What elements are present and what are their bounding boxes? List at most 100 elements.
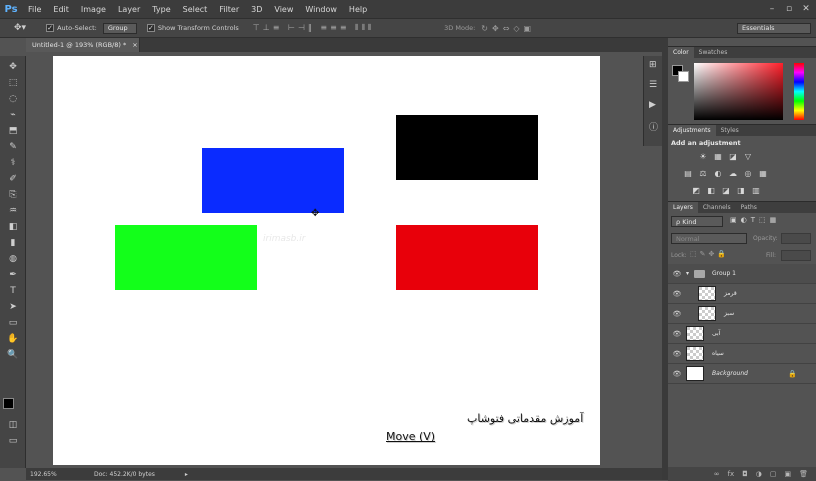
path-selection-tool-icon[interactable]: ➤ — [6, 300, 20, 314]
new-adjustment-icon[interactable]: ◑ — [756, 470, 762, 478]
gradient-map-icon[interactable]: ▥ — [751, 185, 761, 195]
history-brush-tool-icon[interactable]: ♒ — [6, 204, 20, 218]
hue-slider[interactable] — [794, 63, 804, 120]
threshold-icon[interactable]: ◪ — [721, 185, 731, 195]
visibility-eye-icon[interactable]: 👁 — [672, 269, 682, 279]
document-tab[interactable]: Untitled-1 @ 193% (RGB/8) * × — [26, 38, 140, 52]
selective-color-icon[interactable]: ◨ — [736, 185, 746, 195]
eraser-tool-icon[interactable]: ◧ — [6, 220, 20, 234]
3d-mode-icons[interactable]: ↻✥⇔◇▣ — [481, 24, 535, 33]
quick-mask-icon[interactable]: ◫ — [6, 418, 20, 432]
black-white-icon[interactable]: ◐ — [713, 168, 723, 178]
visibility-eye-icon[interactable]: 👁 — [672, 369, 682, 379]
invert-icon[interactable]: ◩ — [691, 185, 701, 195]
link-layers-icon[interactable]: ∞ — [714, 470, 720, 478]
menu-select[interactable]: Select — [177, 5, 214, 14]
vibrance-icon[interactable]: ▤ — [683, 168, 693, 178]
levels-icon[interactable]: ▦ — [713, 151, 723, 161]
brightness-icon[interactable]: ☀ — [698, 151, 708, 161]
tab-channels[interactable]: Channels — [698, 202, 736, 213]
properties-icon[interactable]: ☰ — [649, 80, 657, 90]
brush-tool-icon[interactable]: ✐ — [6, 172, 20, 186]
hand-tool-icon[interactable]: ✋ — [6, 332, 20, 346]
fill-field[interactable] — [781, 250, 811, 261]
tab-swatches[interactable]: Swatches — [694, 47, 733, 58]
layer-row-red[interactable]: 👁 قرمز — [668, 284, 816, 304]
color-balance-icon[interactable]: ⚖ — [698, 168, 708, 178]
screen-mode-icon[interactable]: ▭ — [6, 434, 20, 448]
new-group-icon[interactable]: ▢ — [770, 470, 777, 478]
history-icon[interactable]: ⊞ — [649, 60, 657, 70]
gradient-tool-icon[interactable]: ▮ — [6, 236, 20, 250]
tab-color[interactable]: Color — [668, 47, 694, 58]
layer-row-background[interactable]: 👁 Background 🔒 — [668, 364, 816, 384]
menu-image[interactable]: Image — [75, 5, 112, 14]
visibility-eye-icon[interactable]: 👁 — [672, 329, 682, 339]
red-rectangle[interactable] — [396, 225, 538, 290]
visibility-eye-icon[interactable]: 👁 — [672, 349, 682, 359]
visibility-eye-icon[interactable]: 👁 — [672, 309, 682, 319]
menu-type[interactable]: Type — [146, 5, 176, 14]
channel-mixer-icon[interactable]: ◎ — [743, 168, 753, 178]
actions-icon[interactable]: ▶ — [649, 100, 656, 110]
auto-select-dropdown[interactable]: Group — [102, 22, 137, 34]
layer-style-icon[interactable]: fx — [728, 470, 735, 478]
eyedropper-tool-icon[interactable]: ✎ — [6, 140, 20, 154]
tab-styles[interactable]: Styles — [716, 125, 744, 136]
move-tool-preset-icon[interactable]: ✥▾ — [14, 23, 26, 33]
lock-icons[interactable]: ⬚✎✥🔒 — [690, 250, 729, 258]
add-mask-icon[interactable]: ◘ — [742, 470, 748, 478]
layer-filter-dropdown[interactable]: ρ Kind — [671, 216, 723, 227]
color-spectrum[interactable] — [694, 63, 783, 120]
layer-row-group[interactable]: 👁 ▾ Group 1 — [668, 264, 816, 284]
color-lookup-icon[interactable]: ▦ — [758, 168, 768, 178]
new-layer-icon[interactable]: ▣ — [784, 470, 791, 478]
close-button[interactable]: ✕ — [798, 0, 814, 18]
blend-mode-dropdown[interactable]: Normal — [671, 233, 747, 244]
delete-layer-icon[interactable]: 🗑 — [799, 470, 808, 478]
tab-adjustments[interactable]: Adjustments — [668, 125, 716, 136]
document-canvas[interactable]: irimasb.ir ✥ آموزش مقدماتی فتوشاپ Move (… — [53, 56, 600, 465]
rectangle-tool-icon[interactable]: ▭ — [6, 316, 20, 330]
quick-select-tool-icon[interactable]: ⌁ — [6, 108, 20, 122]
minimize-button[interactable]: – — [764, 0, 780, 18]
foreground-color-swatch[interactable] — [3, 398, 14, 409]
color-bg-swatch[interactable] — [678, 71, 689, 82]
move-tool-icon[interactable]: ✥ — [6, 60, 20, 74]
menu-window[interactable]: Window — [299, 5, 343, 14]
close-tab-icon[interactable]: × — [132, 41, 137, 49]
expand-arrow-icon[interactable]: ▾ — [686, 270, 689, 277]
info-icon[interactable]: ⓘ — [649, 120, 658, 133]
menu-layer[interactable]: Layer — [112, 5, 146, 14]
crop-tool-icon[interactable]: ⬒ — [6, 124, 20, 138]
menu-edit[interactable]: Edit — [47, 5, 75, 14]
restore-button[interactable]: ▫ — [781, 0, 797, 18]
menu-3d[interactable]: 3D — [245, 5, 268, 14]
zoom-level[interactable]: 192.65% — [30, 471, 70, 478]
show-transform-checkbox[interactable]: ✓ — [146, 24, 155, 32]
black-rectangle[interactable] — [396, 115, 538, 180]
green-rectangle[interactable] — [115, 225, 257, 290]
layer-row-blue[interactable]: 👁 آبی — [668, 324, 816, 344]
workspace-dropdown[interactable]: Essentials — [737, 22, 811, 34]
tab-layers[interactable]: Layers — [668, 202, 698, 213]
menu-help[interactable]: Help — [343, 5, 373, 14]
blue-rectangle[interactable] — [202, 148, 344, 213]
pen-tool-icon[interactable]: ✒ — [6, 268, 20, 282]
photo-filter-icon[interactable]: ☁ — [728, 168, 738, 178]
zoom-tool-icon[interactable]: 🔍 — [6, 348, 20, 362]
posterize-icon[interactable]: ◧ — [706, 185, 716, 195]
clone-stamp-tool-icon[interactable]: ⎘ — [6, 188, 20, 202]
menu-filter[interactable]: Filter — [213, 5, 245, 14]
auto-select-checkbox[interactable]: ✓ — [46, 24, 55, 32]
healing-brush-tool-icon[interactable]: ⚕ — [6, 156, 20, 170]
tab-paths[interactable]: Paths — [736, 202, 762, 213]
menu-file[interactable]: File — [22, 5, 47, 14]
menu-view[interactable]: View — [268, 5, 299, 14]
type-tool-icon[interactable]: T — [6, 284, 20, 298]
exposure-icon[interactable]: ▽ — [743, 151, 753, 161]
lasso-tool-icon[interactable]: ◌ — [6, 92, 20, 106]
layer-row-green[interactable]: 👁 سبز — [668, 304, 816, 324]
visibility-eye-icon[interactable]: 👁 — [672, 289, 682, 299]
marquee-tool-icon[interactable]: ⬚ — [6, 76, 20, 90]
